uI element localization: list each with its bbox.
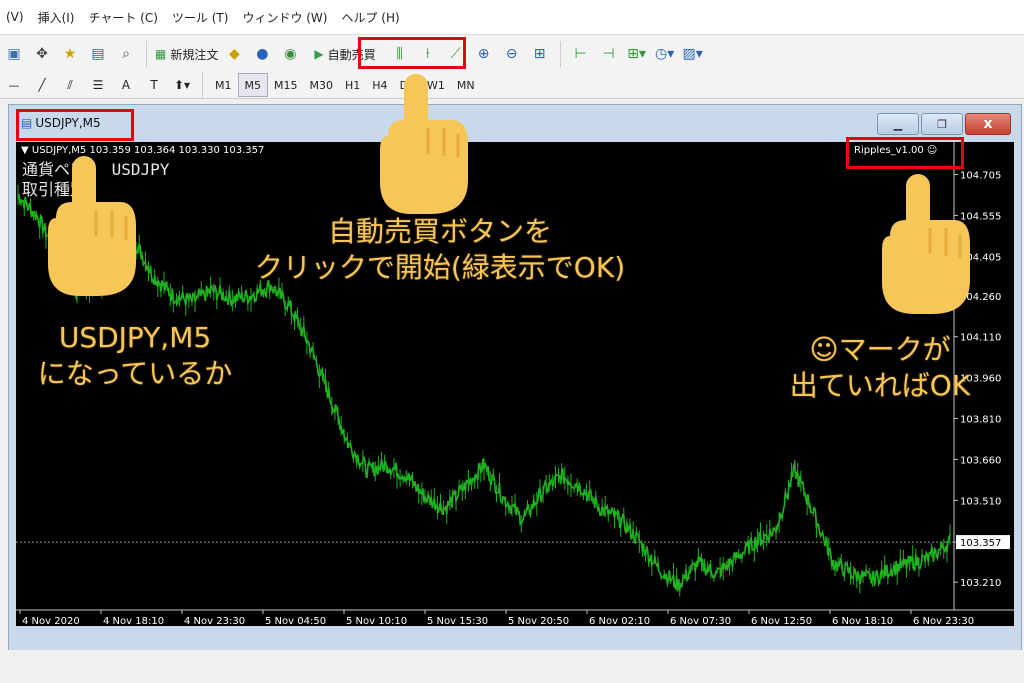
navigator-icon[interactable]: ▤ [86,41,110,67]
time-tick-label: 6 Nov 12:50 [751,616,812,626]
price-tick-label: 103.810 [960,415,1001,426]
chart-shift-icon[interactable]: ⊣ [597,41,621,67]
auto-trade-callout: 自動売買ボタンを クリックで開始(緑表示でOK) [190,214,690,286]
indicators-icon[interactable]: ⊞▾ [625,41,649,67]
indicator-highlight [846,137,964,169]
trendline-icon[interactable]: ╱ [30,72,54,98]
new-chart-icon[interactable]: ▣ [2,41,26,67]
menu-tools[interactable]: ツール (T) [172,9,229,26]
new-order-label: 新規注文 [170,47,219,62]
menu-window[interactable]: ウィンドウ (W) [242,9,327,26]
new-order-icon: ▦ [155,47,167,61]
channel-icon[interactable]: ⫽ [58,72,82,98]
symbol-callout: USDJPY,M5 になっているか [4,320,266,392]
menu-insert[interactable]: 挿入(I) [38,9,75,26]
time-tick-label: 6 Nov 02:10 [589,616,650,626]
minimize-button[interactable]: ▁ [877,113,919,135]
price-tick-label: 103.357 [960,538,1001,549]
callout-line: 自動売買ボタンを [327,215,552,248]
drawing-toolbar: — ╱ ⫽ ☰ A T ⬆▾ M1 M5 M15 M30 H1 H4 D1 W1… [0,72,1024,99]
time-tick-label: 4 Nov 18:10 [103,616,164,626]
price-tick-label: 103.660 [960,455,1001,466]
menu-help[interactable]: ヘルプ (H) [341,9,399,26]
auto-scroll-icon[interactable]: ⊢ [569,41,593,67]
standard-toolbar: ▣ ✥ ★ ▤ ⌕ ▦ 新規注文 ◆ ● ◉ ▶ 自動売買 ⫼ ⍿ ⟋ ⊕ ⊖ … [0,34,1024,74]
time-tick-label: 5 Nov 20:50 [508,616,569,626]
toolbar-separator [559,41,561,67]
time-tick-label: 6 Nov 23:30 [913,616,974,626]
status-bar [0,650,1024,683]
close-button[interactable]: x [965,113,1011,135]
callout-line: USDJPY,M5 [58,321,212,354]
timeframe-m30[interactable]: M30 [304,74,340,96]
auto-trade-icon: ▶ [314,47,324,61]
pointing-hand-icon [882,174,970,314]
price-tick-label: 103.210 [960,578,1001,589]
periods-icon[interactable]: ◷▾ [653,41,677,67]
time-tick-label: 4 Nov 2020 [22,616,80,626]
smiley-callout: ☺マークが 出ていればOK [760,332,1000,404]
window-title-highlight [16,109,134,141]
callout-line: ☺マークが [809,333,951,366]
pointing-hand-icon [380,74,468,214]
toolbar-separator [202,72,203,98]
pointing-hand-icon [48,156,136,296]
tile-windows-icon[interactable]: ⊞ [528,41,552,67]
horizontal-line-icon[interactable]: — [2,72,26,98]
meta-editor-icon[interactable]: ◆ [222,41,246,67]
text-icon[interactable]: A [114,72,138,98]
auto-trade-highlight [358,37,466,69]
menu-chart[interactable]: チャート (C) [88,9,157,26]
time-tick-label: 6 Nov 07:30 [670,616,731,626]
new-order-button[interactable]: ▦ 新規注文 [155,41,218,67]
toolbar-separator [146,41,147,67]
zoom-in-icon[interactable]: ⊕ [472,41,496,67]
terminal-icon[interactable]: ⌕ [114,41,138,67]
callout-line: クリックで開始(緑表示でOK) [254,251,626,284]
timeframe-h1[interactable]: H1 [339,74,366,96]
price-tick-label: 103.510 [960,496,1001,507]
callout-line: 出ていればOK [789,369,971,402]
time-tick-label: 5 Nov 15:30 [427,616,488,626]
market-watch-icon[interactable]: ★ [58,41,82,67]
zoom-out-icon[interactable]: ⊖ [500,41,524,67]
accounts-icon[interactable]: ● [250,41,274,67]
timeframe-m1[interactable]: M1 [209,74,238,96]
text-label-icon[interactable]: T [142,72,166,98]
time-tick-label: 5 Nov 10:10 [346,616,407,626]
maximize-button[interactable]: ❐ [921,113,963,135]
fibonacci-icon[interactable]: ☰ [86,72,110,98]
timeframe-m5[interactable]: M5 [237,73,268,97]
timeframe-m15[interactable]: M15 [268,74,304,96]
time-tick-label: 6 Nov 18:10 [832,616,893,626]
menu-bar: (V) 挿入(I) チャート (C) ツール (T) ウィンドウ (W) ヘルプ… [0,0,1024,34]
time-tick-label: 4 Nov 23:30 [184,616,245,626]
templates-icon[interactable]: ▨▾ [681,41,705,67]
arrows-icon[interactable]: ⬆▾ [170,72,194,98]
time-tick-label: 5 Nov 04:50 [265,616,326,626]
callout-line: になっているか [37,357,233,390]
crosshair-icon[interactable]: ✥ [30,41,54,67]
menu-view[interactable]: (V) [6,10,24,24]
signals-icon[interactable]: ◉ [278,41,302,67]
